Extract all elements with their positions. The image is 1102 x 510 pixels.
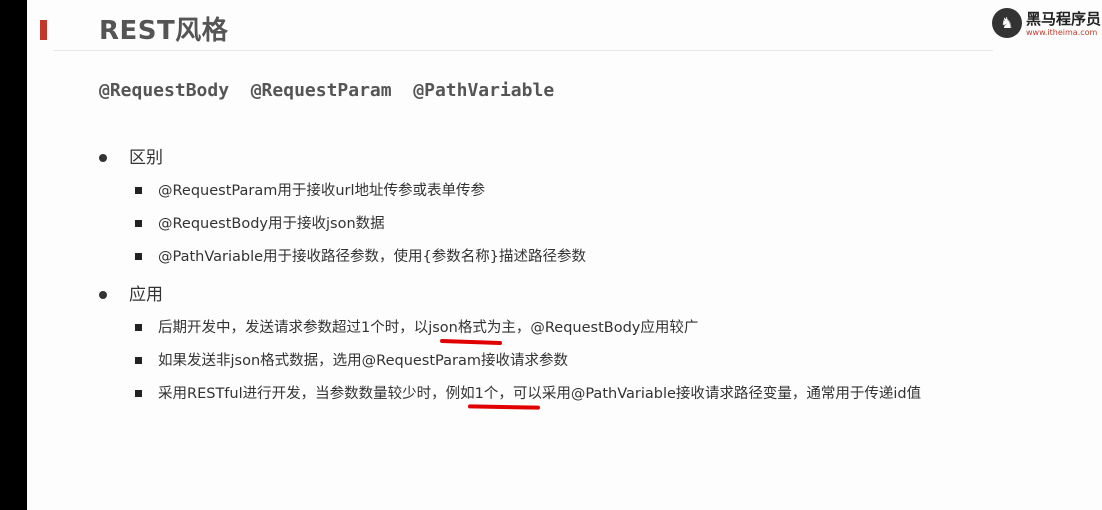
section-label: 区别 — [129, 148, 163, 168]
section-application: 应用 — [99, 280, 163, 305]
logo-name: 黑马程序员 — [1026, 10, 1102, 28]
title-divider — [53, 50, 993, 51]
bullet-square-icon — [135, 186, 142, 194]
list-item-text: @RequestBody用于接收json数据 — [158, 216, 385, 232]
bullet-dot-icon — [99, 291, 107, 299]
slide: REST风格 ♞ 黑马程序员 www.itheima.com @RequestB… — [27, 0, 1102, 510]
list-item-text: @RequestParam用于接收url地址传参或表单传参 — [158, 183, 486, 199]
section-difference: 区别 — [99, 143, 163, 168]
list-item: 如果发送非json格式数据，选用@RequestParam接收请求参数 — [135, 349, 568, 370]
list-item-text: 采用RESTful进行开发，当参数数量较少时，例如1个，可以采用@PathVar… — [158, 386, 922, 402]
list-item-text: @PathVariable用于接收路径参数，使用{参数名称}描述路径参数 — [158, 249, 587, 265]
slide-title: REST风格 — [99, 16, 229, 46]
bullet-square-icon — [135, 356, 142, 364]
list-item: @RequestParam用于接收url地址传参或表单传参 — [135, 179, 485, 200]
bullet-square-icon — [135, 252, 142, 260]
logo-url: www.itheima.com — [1026, 28, 1098, 37]
red-underline-mark — [439, 338, 503, 346]
list-item: @RequestBody用于接收json数据 — [135, 212, 385, 233]
bullet-square-icon — [135, 389, 142, 397]
bullet-square-icon — [135, 323, 142, 331]
section-label: 应用 — [129, 285, 163, 305]
horse-logo-icon: ♞ — [992, 8, 1022, 38]
bullet-dot-icon — [99, 154, 107, 162]
annotation-list: @RequestBody @RequestParam @PathVariable — [99, 80, 555, 101]
red-underline-mark — [467, 404, 541, 410]
bullet-square-icon — [135, 219, 142, 227]
title-accent-bar — [40, 20, 47, 40]
brand-logo: ♞ 黑马程序员 www.itheima.com — [990, 6, 1102, 42]
list-item-text: 后期开发中，发送请求参数超过1个时，以json格式为主，@RequestBody… — [158, 320, 699, 336]
list-item-text: 如果发送非json格式数据，选用@RequestParam接收请求参数 — [158, 353, 568, 369]
list-item: @PathVariable用于接收路径参数，使用{参数名称}描述路径参数 — [135, 245, 586, 266]
list-item: 采用RESTful进行开发，当参数数量较少时，例如1个，可以采用@PathVar… — [135, 382, 921, 403]
list-item: 后期开发中，发送请求参数超过1个时，以json格式为主，@RequestBody… — [135, 316, 698, 337]
